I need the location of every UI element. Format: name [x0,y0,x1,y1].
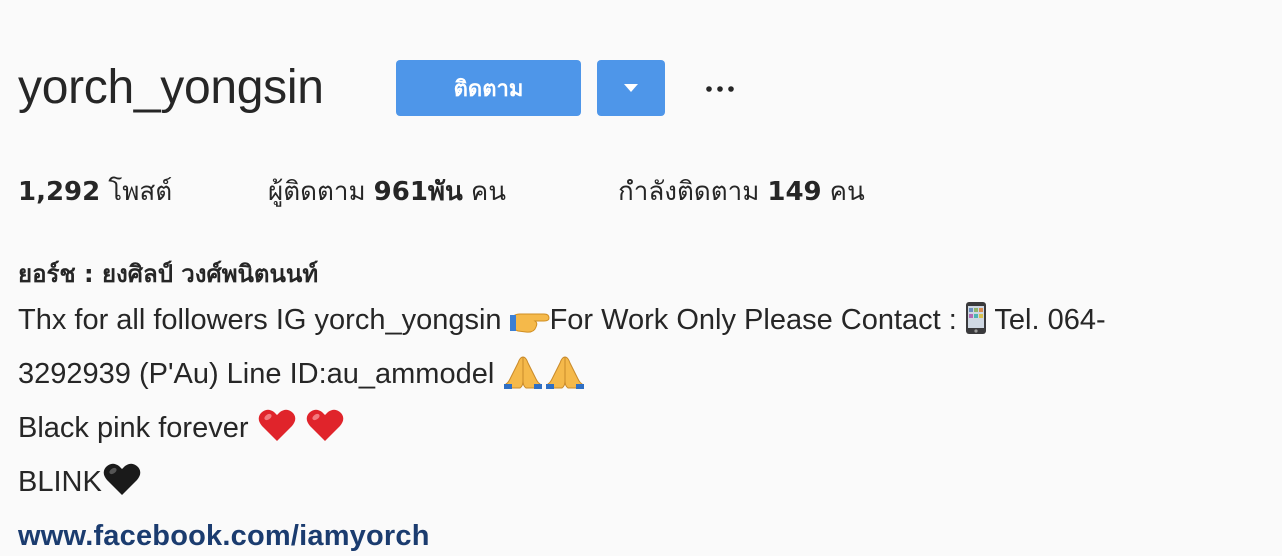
bio-line-2-text: 3292939 (P'Au) Line ID:au_ammodel [18,358,503,390]
following-stat[interactable]: กำลังติดตาม 149 คน [618,171,865,212]
followers-stat[interactable]: ผู้ติดตาม 961พัน คน [268,171,506,212]
follow-options-button[interactable] [597,60,665,116]
red-heart-icon [305,407,345,458]
profile-header: yorch_yongsin ติดตาม 1,292 โพสต์ ผู้ติดตา… [0,0,1282,556]
following-label: กำลังติดตาม [618,176,760,207]
following-unit: คน [829,176,865,207]
point-right-icon [509,302,550,350]
follow-button[interactable]: ติดตาม [396,60,581,116]
bio-line-3: Black pink forever [18,404,1268,458]
bio-line-1: Thx for all followers IG yorch_yongsin F… [18,296,1268,350]
bio-line-1-text-c: Tel. 064- [986,304,1106,336]
posts-label: โพสต์ [108,176,173,207]
bio-line-1-text-a: Thx for all followers IG yorch_yongsin [18,304,510,336]
bio-line-1-text-b: For Work Only Please Contact : [549,304,965,336]
caret-down-icon [624,83,638,92]
bio-line-3-text: Black pink forever [18,412,257,444]
profile-bio: ยอร์ช : ยงศิลป์ วงศ์พนิตนนท์ Thx for all… [18,252,1268,556]
following-count: 149 [767,176,822,207]
profile-title-row: yorch_yongsin [18,58,324,118]
profile-full-name: ยอร์ช : ยงศิลป์ วงศ์พนิตนนท์ [18,260,319,288]
bio-external-link[interactable]: www.facebook.com/iamyorch [18,512,1268,556]
folded-hands-icon [502,353,544,404]
bio-line-4: BLINK [18,458,1268,512]
bio-line-4-text: BLINK [18,466,102,498]
black-heart-icon [102,461,142,512]
ellipsis-icon [706,86,734,92]
more-options-button[interactable] [700,72,740,106]
followers-count: 961พัน [373,176,463,207]
posts-count: 1,292 [18,176,101,207]
mobile-phone-icon [965,301,987,350]
red-heart-icon [257,407,297,458]
bio-line-2: 3292939 (P'Au) Line ID:au_ammodel [18,350,1268,404]
followers-unit: คน [470,176,506,207]
folded-hands-icon [544,353,586,404]
followers-label: ผู้ติดตาม [268,176,366,207]
profile-username: yorch_yongsin [18,61,324,114]
posts-stat: 1,292 โพสต์ [18,171,172,212]
